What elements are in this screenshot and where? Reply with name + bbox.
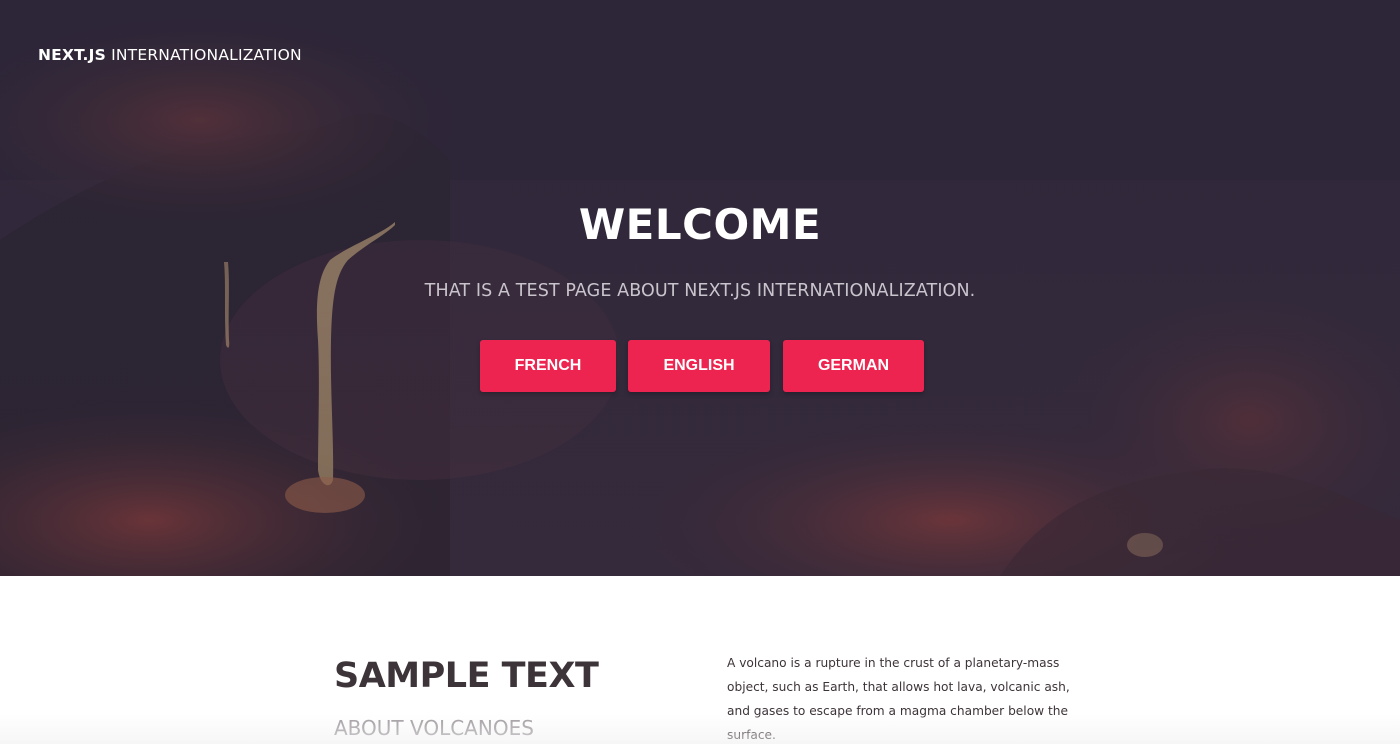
brand-light-text: INTERNATIONALIZATION bbox=[111, 46, 302, 64]
site-brand[interactable]: NEXT.JS INTERNATIONALIZATION bbox=[38, 46, 302, 64]
volcano-description: A volcano is a rupture in the crust of a… bbox=[727, 656, 1070, 742]
german-button[interactable]: GERMAN bbox=[783, 340, 924, 392]
sample-text-title: SAMPLE TEXT bbox=[334, 656, 599, 696]
bottom-fade bbox=[0, 714, 1400, 744]
hero-section: NEXT.JS INTERNATIONALIZATION WELCOME THA… bbox=[0, 0, 1400, 576]
sample-text-subtitle: ABOUT VOLCANOES bbox=[334, 716, 534, 740]
hero-title: WELCOME bbox=[578, 200, 822, 249]
french-button[interactable]: FRENCH bbox=[480, 340, 616, 392]
english-button[interactable]: ENGLISH bbox=[628, 340, 770, 392]
content-section: SAMPLE TEXT ABOUT VOLCANOES A volcano is… bbox=[0, 576, 1400, 744]
hero-subtitle: THAT IS A TEST PAGE ABOUT NEXT.JS INTERN… bbox=[424, 281, 976, 301]
brand-bold-text: NEXT.JS bbox=[38, 46, 106, 64]
